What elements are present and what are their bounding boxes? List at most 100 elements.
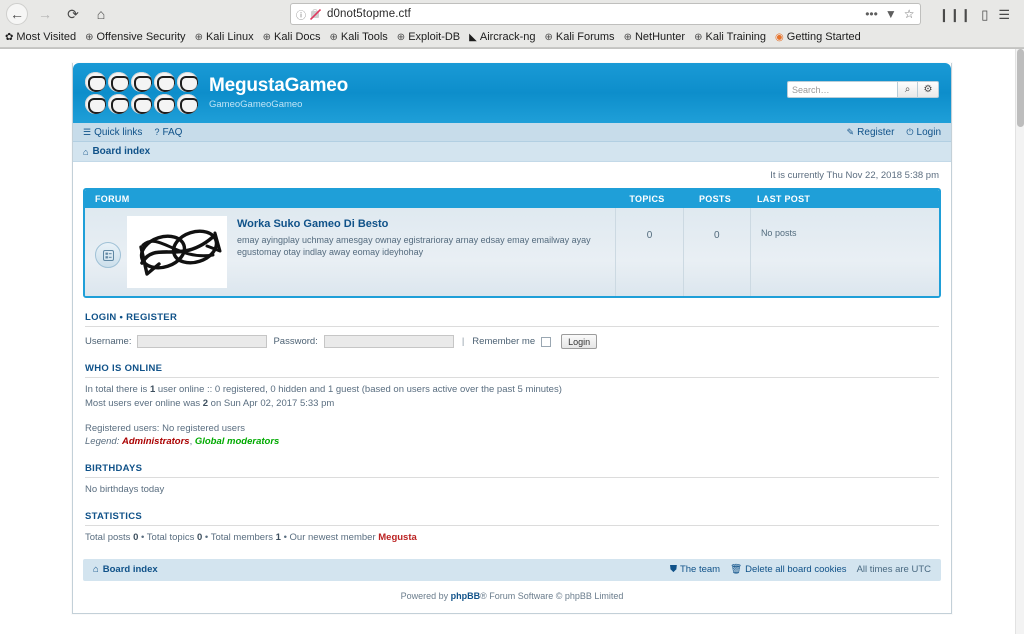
bookmark-most-visited[interactable]: ✿ Most Visited	[5, 32, 76, 43]
forward-button[interactable]: →	[32, 2, 58, 26]
back-button[interactable]: ←	[6, 3, 28, 25]
megusta-face-icon	[177, 93, 198, 114]
footer-board-index[interactable]: ⌂ Board index	[93, 564, 158, 575]
globe-icon: ⊕	[544, 31, 553, 43]
breadcrumb-board-index[interactable]: Board index	[92, 146, 150, 157]
form-separator: |	[461, 336, 465, 347]
megusta-face-icon	[108, 93, 129, 114]
forum-title-link[interactable]: Worka Suko Gameo Di Besto	[237, 218, 601, 231]
login-link[interactable]: LOGIN	[85, 312, 117, 323]
footer-bar: ⌂ Board index ⛊ The team 🗑 Delete all bo…	[83, 558, 941, 581]
advanced-search-button[interactable]: ⚙	[918, 81, 939, 98]
bookmark-kali-tools[interactable]: ⊕ Kali Tools	[330, 32, 388, 43]
register-link[interactable]: REGISTER	[126, 312, 177, 323]
page-info-icon[interactable]: ⓘ	[296, 7, 306, 22]
search-icon: ⌕	[904, 84, 911, 95]
search-button[interactable]: ⌕	[897, 81, 918, 98]
phpbb-link[interactable]: phpBB	[451, 591, 481, 601]
megusta-face-icon	[131, 93, 152, 114]
bookmark-kali-docs[interactable]: ⊕ Kali Docs	[263, 32, 321, 43]
footer-delete-cookies-label: Delete all board cookies	[745, 564, 847, 576]
back-icon: ←	[10, 6, 24, 22]
forum-last-post: No posts	[760, 228, 797, 238]
site-title[interactable]: MegustaGameo	[209, 75, 348, 97]
bookmark-offensive-security[interactable]: ⊕ Offensive Security	[85, 32, 185, 43]
nav-label: Login	[916, 126, 941, 138]
legend-global-moderators[interactable]: Global moderators	[195, 436, 279, 447]
search-input[interactable]: Search…	[787, 81, 897, 98]
password-label: Password:	[273, 336, 318, 347]
browser-chrome: ← → ⟳ ⌂ ⓘ d0not5topme.ctf ••• ▼ ☆ ❙❙❙ ▯ …	[0, 0, 1024, 49]
aircrack-icon: ◣	[469, 31, 477, 43]
forum-list-header: FORUM TOPICS POSTS LAST POST	[85, 190, 939, 208]
password-input[interactable]	[323, 335, 454, 348]
nav-login[interactable]: ⏻ Login	[906, 127, 941, 138]
bookmark-label: Getting Started	[786, 31, 861, 43]
pocket-icon[interactable]: ▼	[885, 8, 897, 20]
url-bar-container: ⓘ d0not5topme.ctf ••• ▼ ☆	[122, 3, 921, 25]
sidebar-icon[interactable]: ▯	[981, 8, 988, 21]
megusta-face-icon	[108, 71, 129, 92]
bookmark-label: Offensive Security	[96, 31, 186, 43]
newest-member-link[interactable]: Megusta	[378, 532, 417, 543]
megusta-face-icon	[154, 71, 175, 92]
who-is-online-section: WHO IS ONLINE In total there is 1 user o…	[85, 349, 939, 449]
username-input[interactable]	[137, 335, 268, 348]
forum-unread-icon[interactable]	[95, 242, 121, 268]
board-container: MegustaGameo GameoGameoGameo Search… ⌕ ⚙…	[72, 63, 952, 614]
bookmark-star-icon[interactable]: ☆	[904, 8, 915, 20]
footer-delete-cookies[interactable]: 🗑 Delete all board cookies	[730, 564, 846, 575]
main-navbar: ☰ Quick links ? FAQ ✎ Register ⏻ Login	[73, 123, 951, 142]
globe-icon: ⊕	[694, 31, 703, 43]
stat-separator: •	[280, 531, 290, 543]
bookmark-aircrack-ng[interactable]: ◣ Aircrack-ng	[469, 32, 535, 43]
bookmark-label: Exploit-DB	[408, 31, 461, 43]
birthdays-body: No birthdays today	[85, 484, 165, 496]
title-separator: •	[119, 312, 124, 323]
nav-faq[interactable]: ? FAQ	[154, 127, 182, 138]
remember-me-checkbox[interactable]	[541, 336, 552, 347]
login-submit-button[interactable]: Login	[561, 334, 598, 349]
record-suffix: on Sun Apr 02, 2017 5:33 pm	[208, 397, 335, 409]
shield-icon: ⛊	[669, 564, 677, 576]
powered-suffix: ® Forum Software © phpBB Limited	[480, 590, 624, 601]
nav-register[interactable]: ✎ Register	[847, 127, 895, 138]
page-scrollbar[interactable]	[1015, 49, 1024, 634]
page-actions-icon[interactable]: •••	[865, 8, 878, 20]
who-is-online-title: WHO IS ONLINE	[85, 349, 939, 378]
stat-separator: •	[138, 531, 147, 543]
bookmark-label: Kali Linux	[205, 31, 254, 43]
bookmark-nethunter[interactable]: ⊕ NetHunter	[624, 32, 686, 43]
bookmark-kali-forums[interactable]: ⊕ Kali Forums	[544, 32, 614, 43]
bookmark-label: Kali Docs	[274, 31, 321, 43]
bookmark-kali-training[interactable]: ⊕ Kali Training	[694, 32, 766, 43]
bookmark-exploit-db[interactable]: ⊕ Exploit-DB	[397, 32, 460, 43]
table-row: Worka Suko Gameo Di Besto emay ayingplay…	[85, 208, 939, 296]
page-scrollbar-thumb[interactable]	[1017, 49, 1024, 127]
browser-right-controls: ❙❙❙ ▯ ☰	[929, 8, 1019, 21]
legend-line: Legend: Administrators, Global moderator…	[85, 435, 939, 449]
current-time-row: It is currently Thu Nov 22, 2018 5:38 pm	[73, 162, 951, 188]
login-section: LOGIN • REGISTER Username: Password: | R…	[85, 298, 939, 349]
site-header: MegustaGameo GameoGameoGameo Search… ⌕ ⚙	[73, 63, 951, 123]
total-posts-label: Total posts	[85, 531, 134, 543]
footer-the-team[interactable]: ⛊ The team	[670, 564, 720, 575]
bookmark-kali-linux[interactable]: ⊕ Kali Linux	[195, 32, 254, 43]
home-button[interactable]: ⌂	[88, 2, 114, 26]
navbar-left: ☰ Quick links ? FAQ	[83, 127, 182, 138]
legend-administrators[interactable]: Administrators	[122, 436, 190, 447]
library-icon[interactable]: ❙❙❙	[939, 8, 972, 21]
bookmark-getting-started[interactable]: ◉ Getting Started	[775, 32, 861, 43]
stat-separator: •	[202, 531, 211, 543]
nav-quick-links[interactable]: ☰ Quick links	[83, 127, 142, 138]
username-label: Username:	[85, 336, 132, 347]
star-burst-icon: ✿	[5, 31, 14, 43]
statistics-title: STATISTICS	[85, 497, 939, 526]
globe-icon: ⊕	[623, 31, 632, 43]
home-icon: ⌂	[93, 564, 99, 576]
reload-button[interactable]: ⟳	[60, 2, 86, 26]
footer-board-index-label: Board index	[102, 564, 158, 576]
address-bar[interactable]: ⓘ d0not5topme.ctf ••• ▼ ☆	[290, 3, 921, 25]
online-total-suffix: user online :: 0 registered, 0 hidden an…	[155, 384, 562, 395]
menu-icon[interactable]: ☰	[998, 8, 1010, 21]
